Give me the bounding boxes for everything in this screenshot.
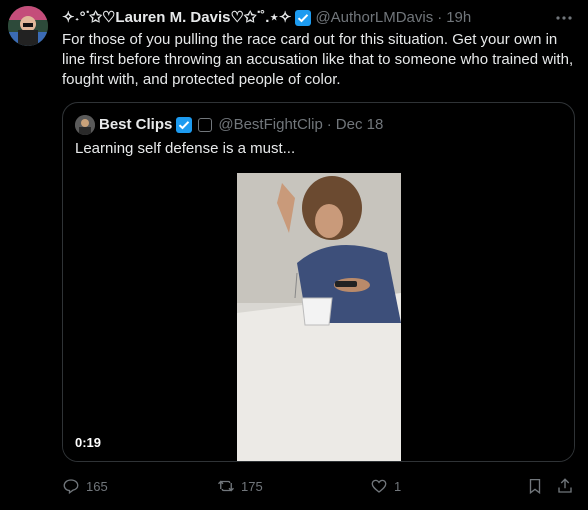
tweet-header: ✧˖°ᐝ✩♡Lauren M. Davis♡✩ᐝ˚.⋆✧ @AuthorLMDa… (62, 8, 471, 28)
reply-button[interactable]: 165 (62, 474, 108, 498)
video-frame (237, 173, 401, 461)
reply-count: 165 (86, 478, 108, 494)
author-name[interactable]: ✧˖°ᐝ✩♡Lauren M. Davis♡✩ᐝ˚.⋆✧ (62, 8, 291, 28)
verified-icon (176, 117, 193, 133)
more-icon[interactable] (554, 8, 574, 28)
like-button[interactable]: 1 (370, 474, 401, 498)
quoted-author-name[interactable]: Best Clips (99, 115, 172, 135)
author-handle[interactable]: @AuthorLMDavis (315, 8, 433, 28)
quoted-author-avatar[interactable] (75, 115, 95, 135)
action-bar: 165 175 1 (62, 474, 582, 498)
separator-dot: · (437, 9, 443, 26)
quoted-author-handle[interactable]: @BestFightClip (218, 115, 322, 135)
retweet-count: 175 (241, 478, 263, 494)
reply-icon (63, 479, 79, 495)
bookmark-icon (529, 478, 541, 495)
quoted-tweet-text: Learning self defense is a must... (75, 140, 296, 157)
video-player[interactable]: 0:19 (63, 173, 574, 461)
video-duration: 0:19 (75, 435, 102, 450)
tweet-text: For those of you pulling the race card o… (62, 31, 574, 88)
share-button[interactable] (556, 474, 580, 498)
retweet-icon (218, 480, 234, 492)
share-icon (558, 478, 572, 493)
separator-dot: · (326, 116, 332, 133)
bookmark-button[interactable] (526, 474, 550, 498)
quoted-tweet-header: Best Clips @BestFightClip · Dec 18 (75, 115, 383, 135)
tweet-time[interactable]: 19h (446, 8, 471, 28)
affiliate-badge-icon (198, 118, 213, 132)
verified-icon (295, 10, 312, 26)
retweet-button[interactable]: 175 (217, 474, 263, 498)
tweet[interactable]: ✧˖°ᐝ✩♡Lauren M. Davis♡✩ᐝ˚.⋆✧ @AuthorLMDa… (0, 0, 588, 510)
like-icon (371, 479, 387, 493)
author-avatar[interactable] (8, 6, 48, 46)
quoted-tweet-date[interactable]: Dec 18 (336, 115, 384, 135)
quoted-tweet[interactable]: Best Clips @BestFightClip · Dec 18 Learn… (62, 102, 575, 462)
like-count: 1 (394, 478, 402, 494)
